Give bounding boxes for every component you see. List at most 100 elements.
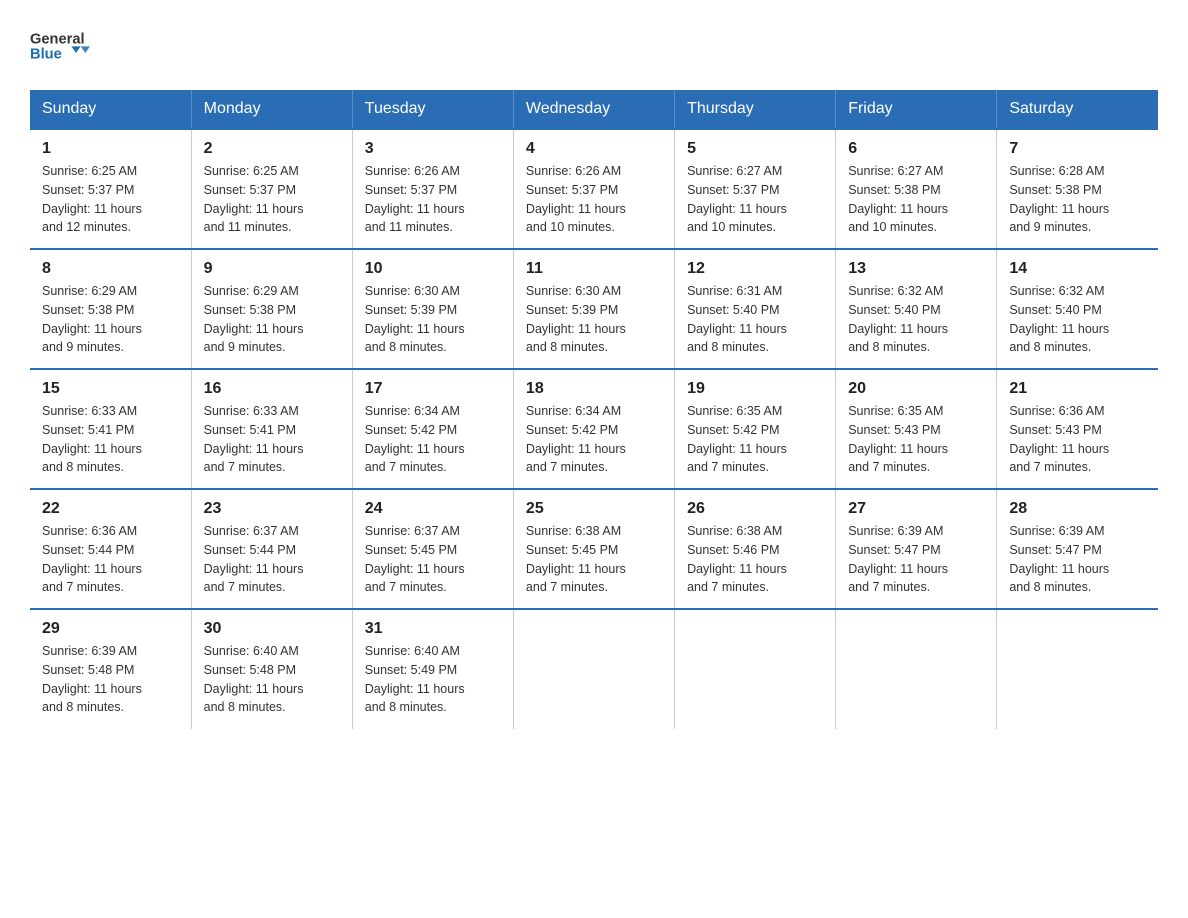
week-row-1: 1 Sunrise: 6:25 AMSunset: 5:37 PMDaylight…	[30, 129, 1158, 249]
day-number: 18	[526, 380, 662, 398]
calendar-table: SundayMondayTuesdayWednesdayThursdayFrid…	[30, 90, 1158, 729]
day-info: Sunrise: 6:27 AMSunset: 5:37 PMDaylight:…	[687, 162, 823, 237]
day-number: 27	[848, 500, 984, 518]
day-cell-19: 19 Sunrise: 6:35 AMSunset: 5:42 PMDayligh…	[675, 369, 836, 489]
day-info: Sunrise: 6:28 AMSunset: 5:38 PMDaylight:…	[1009, 162, 1146, 237]
empty-cell	[836, 609, 997, 729]
day-cell-11: 11Sunrise: 6:30 AMSunset: 5:39 PMDayligh…	[513, 249, 674, 369]
day-number: 21	[1009, 380, 1146, 398]
day-cell-25: 25 Sunrise: 6:38 AMSunset: 5:45 PMDayligh…	[513, 489, 674, 609]
day-info: Sunrise: 6:32 AMSunset: 5:40 PMDaylight:…	[1009, 282, 1146, 357]
day-cell-10: 10 Sunrise: 6:30 AMSunset: 5:39 PMDayligh…	[352, 249, 513, 369]
day-info: Sunrise: 6:25 AMSunset: 5:37 PMDaylight:…	[204, 162, 340, 237]
day-number: 8	[42, 260, 179, 278]
day-number: 13	[848, 260, 984, 278]
day-number: 17	[365, 380, 501, 398]
day-number: 28	[1009, 500, 1146, 518]
empty-cell	[997, 609, 1158, 729]
header-day-friday: Friday	[836, 90, 997, 129]
header-day-saturday: Saturday	[997, 90, 1158, 129]
day-cell-23: 23 Sunrise: 6:37 AMSunset: 5:44 PMDayligh…	[191, 489, 352, 609]
day-number: 25	[526, 500, 662, 518]
day-number: 5	[687, 140, 823, 158]
logo-svg: General Blue	[30, 20, 90, 70]
day-info: Sunrise: 6:33 AMSunset: 5:41 PMDaylight:…	[42, 402, 179, 477]
day-number: 19	[687, 380, 823, 398]
day-number: 29	[42, 620, 179, 638]
day-info: Sunrise: 6:35 AMSunset: 5:42 PMDaylight:…	[687, 402, 823, 477]
day-info: Sunrise: 6:37 AMSunset: 5:45 PMDaylight:…	[365, 522, 501, 597]
day-cell-16: 16 Sunrise: 6:33 AMSunset: 5:41 PMDayligh…	[191, 369, 352, 489]
day-number: 26	[687, 500, 823, 518]
day-cell-6: 6 Sunrise: 6:27 AMSunset: 5:38 PMDaylight…	[836, 129, 997, 249]
day-number: 10	[365, 260, 501, 278]
day-number: 20	[848, 380, 984, 398]
logo: General Blue	[30, 20, 90, 70]
calendar-body: 1 Sunrise: 6:25 AMSunset: 5:37 PMDaylight…	[30, 129, 1158, 729]
day-info: Sunrise: 6:34 AMSunset: 5:42 PMDaylight:…	[526, 402, 662, 477]
day-info: Sunrise: 6:25 AMSunset: 5:37 PMDaylight:…	[42, 162, 179, 237]
empty-cell	[675, 609, 836, 729]
day-cell-4: 4 Sunrise: 6:26 AMSunset: 5:37 PMDaylight…	[513, 129, 674, 249]
week-row-4: 22Sunrise: 6:36 AMSunset: 5:44 PMDayligh…	[30, 489, 1158, 609]
day-info: Sunrise: 6:30 AMSunset: 5:39 PMDaylight:…	[526, 282, 662, 357]
day-number: 23	[204, 500, 340, 518]
day-cell-29: 29Sunrise: 6:39 AMSunset: 5:48 PMDayligh…	[30, 609, 191, 729]
day-cell-31: 31 Sunrise: 6:40 AMSunset: 5:49 PMDayligh…	[352, 609, 513, 729]
day-info: Sunrise: 6:34 AMSunset: 5:42 PMDaylight:…	[365, 402, 501, 477]
day-cell-9: 9Sunrise: 6:29 AMSunset: 5:38 PMDaylight…	[191, 249, 352, 369]
day-cell-22: 22Sunrise: 6:36 AMSunset: 5:44 PMDayligh…	[30, 489, 191, 609]
header-day-tuesday: Tuesday	[352, 90, 513, 129]
day-cell-24: 24 Sunrise: 6:37 AMSunset: 5:45 PMDayligh…	[352, 489, 513, 609]
day-cell-20: 20 Sunrise: 6:35 AMSunset: 5:43 PMDayligh…	[836, 369, 997, 489]
day-info: Sunrise: 6:30 AMSunset: 5:39 PMDaylight:…	[365, 282, 501, 357]
day-info: Sunrise: 6:35 AMSunset: 5:43 PMDaylight:…	[848, 402, 984, 477]
day-info: Sunrise: 6:26 AMSunset: 5:37 PMDaylight:…	[526, 162, 662, 237]
day-number: 2	[204, 140, 340, 158]
day-info: Sunrise: 6:33 AMSunset: 5:41 PMDaylight:…	[204, 402, 340, 477]
day-cell-1: 1 Sunrise: 6:25 AMSunset: 5:37 PMDaylight…	[30, 129, 191, 249]
day-number: 7	[1009, 140, 1146, 158]
day-info: Sunrise: 6:36 AMSunset: 5:43 PMDaylight:…	[1009, 402, 1146, 477]
day-cell-12: 12Sunrise: 6:31 AMSunset: 5:40 PMDayligh…	[675, 249, 836, 369]
day-info: Sunrise: 6:31 AMSunset: 5:40 PMDaylight:…	[687, 282, 823, 357]
header-day-monday: Monday	[191, 90, 352, 129]
day-number: 4	[526, 140, 662, 158]
day-cell-30: 30Sunrise: 6:40 AMSunset: 5:48 PMDayligh…	[191, 609, 352, 729]
day-cell-17: 17 Sunrise: 6:34 AMSunset: 5:42 PMDayligh…	[352, 369, 513, 489]
day-number: 31	[365, 620, 501, 638]
day-cell-2: 2 Sunrise: 6:25 AMSunset: 5:37 PMDaylight…	[191, 129, 352, 249]
day-info: Sunrise: 6:40 AMSunset: 5:49 PMDaylight:…	[365, 642, 501, 717]
day-info: Sunrise: 6:38 AMSunset: 5:46 PMDaylight:…	[687, 522, 823, 597]
day-cell-27: 27 Sunrise: 6:39 AMSunset: 5:47 PMDayligh…	[836, 489, 997, 609]
day-cell-18: 18 Sunrise: 6:34 AMSunset: 5:42 PMDayligh…	[513, 369, 674, 489]
week-row-2: 8 Sunrise: 6:29 AMSunset: 5:38 PMDaylight…	[30, 249, 1158, 369]
day-number: 1	[42, 140, 179, 158]
day-info: Sunrise: 6:36 AMSunset: 5:44 PMDaylight:…	[42, 522, 179, 597]
day-info: Sunrise: 6:40 AMSunset: 5:48 PMDaylight:…	[204, 642, 340, 717]
day-cell-3: 3Sunrise: 6:26 AMSunset: 5:37 PMDaylight…	[352, 129, 513, 249]
svg-text:General: General	[30, 32, 85, 48]
day-number: 14	[1009, 260, 1146, 278]
day-number: 16	[204, 380, 340, 398]
day-cell-5: 5 Sunrise: 6:27 AMSunset: 5:37 PMDaylight…	[675, 129, 836, 249]
day-info: Sunrise: 6:39 AMSunset: 5:47 PMDaylight:…	[848, 522, 984, 597]
header-day-wednesday: Wednesday	[513, 90, 674, 129]
day-info: Sunrise: 6:38 AMSunset: 5:45 PMDaylight:…	[526, 522, 662, 597]
empty-cell	[513, 609, 674, 729]
day-cell-13: 13Sunrise: 6:32 AMSunset: 5:40 PMDayligh…	[836, 249, 997, 369]
svg-text:Blue: Blue	[30, 46, 62, 62]
day-info: Sunrise: 6:29 AMSunset: 5:38 PMDaylight:…	[42, 282, 179, 357]
day-cell-7: 7 Sunrise: 6:28 AMSunset: 5:38 PMDaylight…	[997, 129, 1158, 249]
day-info: Sunrise: 6:26 AMSunset: 5:37 PMDaylight:…	[365, 162, 501, 237]
week-row-5: 29Sunrise: 6:39 AMSunset: 5:48 PMDayligh…	[30, 609, 1158, 729]
day-cell-26: 26 Sunrise: 6:38 AMSunset: 5:46 PMDayligh…	[675, 489, 836, 609]
day-number: 15	[42, 380, 179, 398]
day-number: 9	[204, 260, 340, 278]
calendar-header: SundayMondayTuesdayWednesdayThursdayFrid…	[30, 90, 1158, 129]
day-number: 24	[365, 500, 501, 518]
day-number: 6	[848, 140, 984, 158]
day-info: Sunrise: 6:27 AMSunset: 5:38 PMDaylight:…	[848, 162, 984, 237]
day-cell-28: 28Sunrise: 6:39 AMSunset: 5:47 PMDayligh…	[997, 489, 1158, 609]
day-info: Sunrise: 6:37 AMSunset: 5:44 PMDaylight:…	[204, 522, 340, 597]
